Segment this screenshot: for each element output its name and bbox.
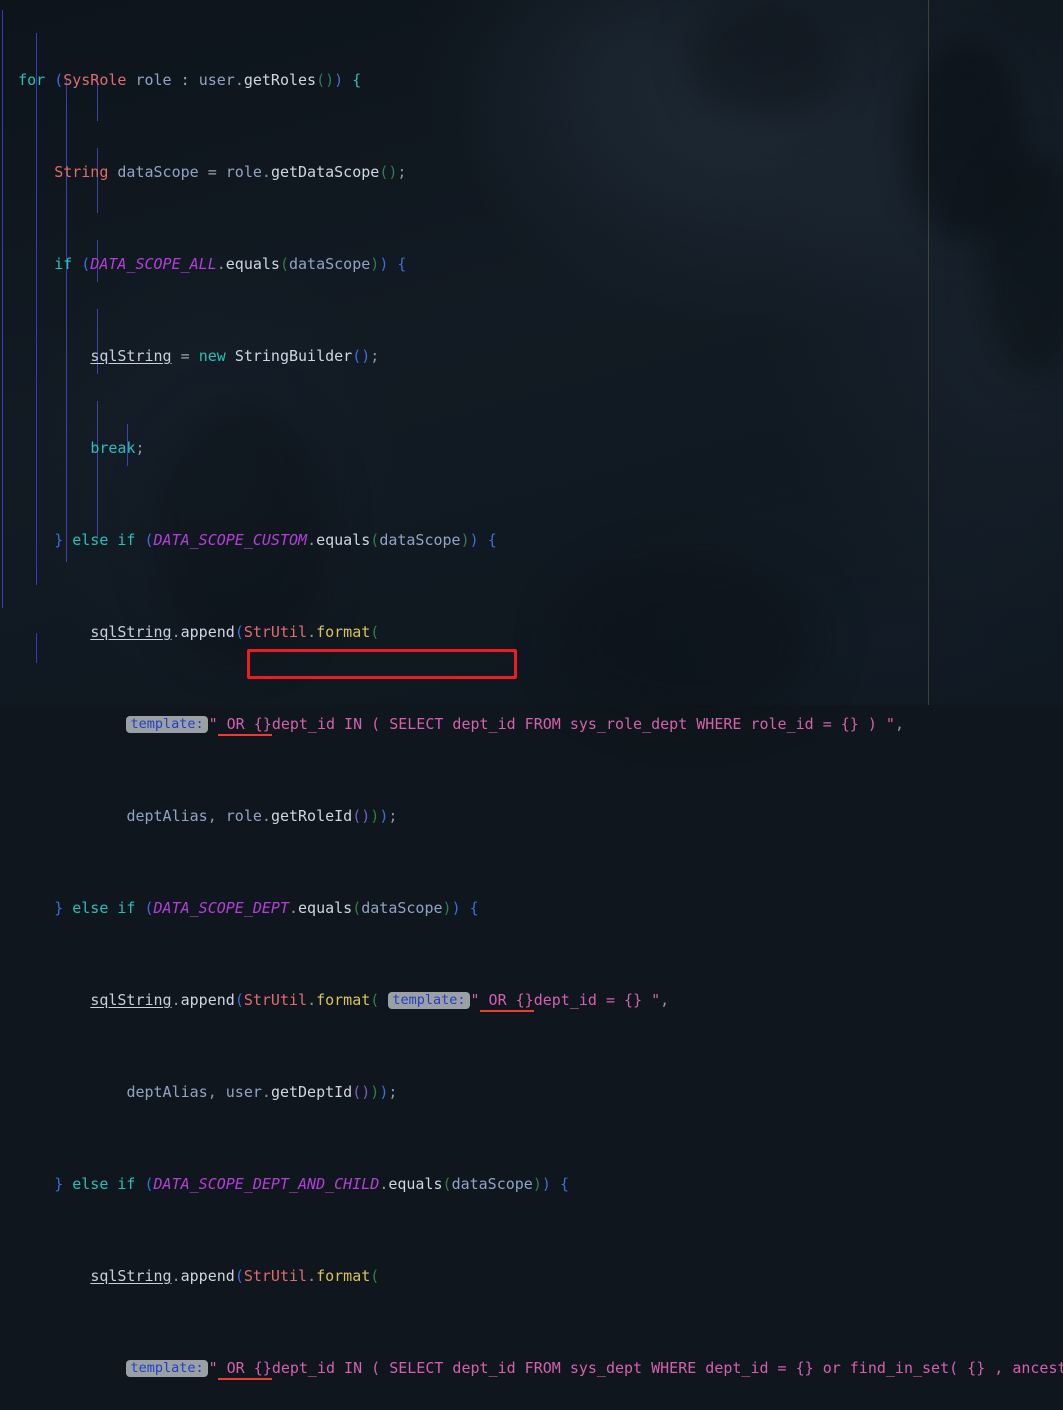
code-line[interactable]: template: " OR {}dept_id IN ( SELECT dept… [0,1357,1063,1380]
code-line[interactable]: sqlString = new StringBuilder(); [0,345,1063,368]
inlay-hint-template[interactable]: template: [126,1360,208,1377]
code-line[interactable]: sqlString.append(StrUtil.format( [0,621,1063,644]
code-line[interactable]: break; [0,437,1063,460]
code-line[interactable]: } else if (DATA_SCOPE_DEPT_AND_CHILD.equ… [0,1173,1063,1196]
inlay-hint-template[interactable]: template: [126,716,208,733]
code-line[interactable]: template: " OR {}dept_id IN ( SELECT dept… [0,713,1063,736]
code-line[interactable]: sqlString.append(StrUtil.format( templat… [0,989,1063,1012]
code-line[interactable]: String dataScope = role.getDataScope(); [0,161,1063,184]
code-line[interactable]: if (DATA_SCOPE_ALL.equals(dataScope)) { [0,253,1063,276]
code-editor[interactable]: for (SysRole role : user.getRoles()) { S… [0,0,1063,1380]
code-line[interactable]: deptAlias, role.getRoleId())); [0,805,1063,828]
code-content[interactable]: for (SysRole role : user.getRoles()) { S… [0,0,1063,1380]
inlay-hint-template[interactable]: template: [388,992,470,1009]
code-line[interactable]: for (SysRole role : user.getRoles()) { [0,69,1063,92]
code-line[interactable]: } else if (DATA_SCOPE_DEPT.equals(dataSc… [0,897,1063,920]
code-line[interactable]: sqlString.append(StrUtil.format( [0,1265,1063,1288]
code-line[interactable]: deptAlias, user.getDeptId())); [0,1081,1063,1104]
code-line[interactable]: } else if (DATA_SCOPE_CUSTOM.equals(data… [0,529,1063,552]
